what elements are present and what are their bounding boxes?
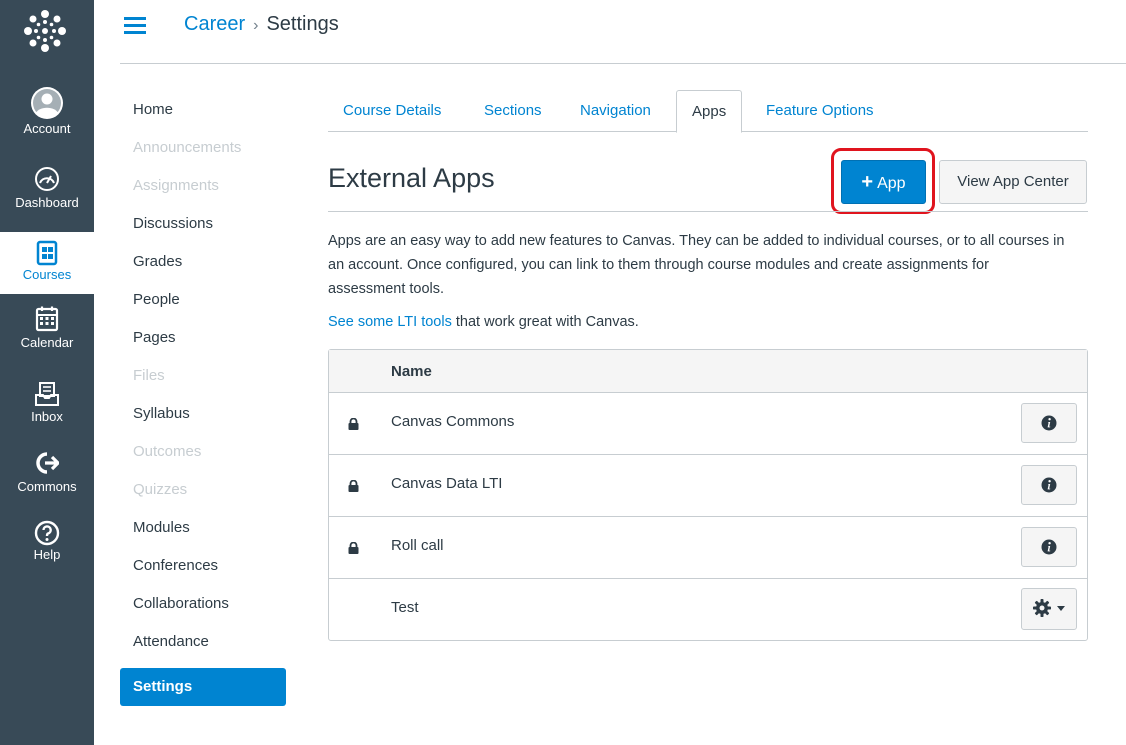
- app-name: Roll call: [391, 537, 444, 554]
- global-nav-label: Account: [23, 121, 71, 136]
- title-divider: [328, 211, 1088, 212]
- column-header-name: Name: [391, 363, 432, 380]
- course-nav-pages[interactable]: Pages: [120, 323, 286, 361]
- lock-icon: [348, 480, 359, 492]
- tab-navigation[interactable]: Navigation: [565, 90, 666, 132]
- global-nav-label: Help: [33, 547, 61, 562]
- table-header: Name: [329, 350, 1087, 393]
- global-nav-label: Calendar: [20, 335, 74, 350]
- global-nav-account[interactable]: Account: [0, 86, 94, 136]
- table-row: Test: [329, 579, 1087, 640]
- course-nav-people[interactable]: People: [120, 285, 286, 323]
- tab-feature-options[interactable]: Feature Options: [751, 90, 889, 132]
- lti-tools-suffix: that work great with Canvas.: [451, 314, 639, 330]
- course-nav-discussions[interactable]: Discussions: [120, 209, 286, 247]
- header-divider: [120, 63, 1126, 64]
- breadcrumb-course-link[interactable]: Career: [184, 13, 245, 35]
- course-nav-outcomes[interactable]: Outcomes: [120, 437, 286, 475]
- add-app-label: App: [877, 175, 906, 192]
- app-name: Test: [391, 599, 419, 616]
- settings-tabs: Course Details Sections Navigation Apps …: [328, 90, 1088, 133]
- global-nav-label: Commons: [17, 479, 77, 494]
- lock-icon: [348, 418, 359, 430]
- table-row: Canvas Data LTI: [329, 455, 1087, 517]
- global-nav-calendar[interactable]: Calendar: [0, 306, 94, 350]
- lti-tools-link[interactable]: See some LTI tools: [328, 314, 452, 330]
- commons-icon: [36, 452, 59, 474]
- info-icon: [1041, 415, 1057, 431]
- course-nav-syllabus[interactable]: Syllabus: [120, 399, 286, 437]
- global-nav-label: Courses: [22, 267, 72, 282]
- course-nav-announcements[interactable]: Announcements: [120, 133, 286, 171]
- info-icon: [1041, 477, 1057, 493]
- apps-table: Name Canvas Commons Canvas Data LTI Roll…: [328, 349, 1088, 641]
- dashboard-icon: [35, 167, 59, 191]
- course-nav-modules[interactable]: Modules: [120, 513, 286, 551]
- breadcrumb-separator-icon: ›: [253, 17, 259, 34]
- hamburger-menu-icon[interactable]: [124, 17, 150, 37]
- apps-description: Apps are an easy way to add new features…: [328, 233, 1065, 297]
- inbox-icon: [35, 382, 59, 406]
- lock-icon: [348, 542, 359, 554]
- global-nav-label: Dashboard: [15, 195, 79, 210]
- course-nav-attendance[interactable]: Attendance: [120, 627, 286, 665]
- app-info-button[interactable]: [1021, 465, 1077, 505]
- table-row: Roll call: [329, 517, 1087, 579]
- app-name: Canvas Data LTI: [391, 475, 503, 492]
- tab-apps[interactable]: Apps: [676, 90, 743, 133]
- global-nav: Account Dashboard Courses Calendar Inbox…: [0, 0, 94, 745]
- tab-sections[interactable]: Sections: [469, 90, 557, 132]
- global-nav-commons[interactable]: Commons: [0, 452, 94, 494]
- chevron-down-icon: [1057, 605, 1066, 611]
- course-nav-files[interactable]: Files: [120, 361, 286, 399]
- course-nav-settings[interactable]: Settings: [120, 668, 286, 706]
- tab-course-details[interactable]: Course Details: [328, 90, 456, 132]
- calendar-icon: [35, 306, 59, 332]
- global-nav-label: Inbox: [31, 409, 63, 424]
- app-info-button[interactable]: [1021, 527, 1077, 567]
- courses-icon: [36, 240, 58, 266]
- global-nav-help[interactable]: Help: [0, 520, 94, 562]
- canvas-logo-icon[interactable]: [22, 8, 68, 54]
- app-name: Canvas Commons: [391, 413, 515, 430]
- page-title: External Apps: [328, 163, 495, 193]
- lti-tools-line: See some LTI tools that work great with …: [328, 314, 639, 330]
- course-nav: Home Announcements Assignments Discussio…: [120, 95, 286, 706]
- global-nav-inbox[interactable]: Inbox: [0, 382, 94, 424]
- breadcrumb-current: Settings: [266, 13, 339, 35]
- course-nav-assignments[interactable]: Assignments: [120, 171, 286, 209]
- app-info-button[interactable]: [1021, 403, 1077, 443]
- account-icon: [31, 87, 63, 119]
- global-nav-courses[interactable]: Courses: [0, 232, 94, 294]
- course-nav-conferences[interactable]: Conferences: [120, 551, 286, 589]
- breadcrumb: Career › Settings: [184, 13, 339, 36]
- course-nav-quizzes[interactable]: Quizzes: [120, 475, 286, 513]
- info-icon: [1041, 539, 1057, 555]
- view-app-center-button[interactable]: View App Center: [939, 160, 1087, 204]
- app-settings-button[interactable]: [1021, 588, 1077, 630]
- table-row: Canvas Commons: [329, 393, 1087, 455]
- gear-icon: [1032, 599, 1051, 617]
- course-nav-home[interactable]: Home: [120, 95, 286, 133]
- course-nav-grades[interactable]: Grades: [120, 247, 286, 285]
- help-icon: [34, 520, 60, 546]
- page-header: Career › Settings: [94, 0, 1126, 64]
- add-app-button[interactable]: + App: [841, 160, 926, 204]
- plus-icon: +: [861, 171, 874, 193]
- global-nav-dashboard[interactable]: Dashboard: [0, 166, 94, 210]
- course-nav-collaborations[interactable]: Collaborations: [120, 589, 286, 627]
